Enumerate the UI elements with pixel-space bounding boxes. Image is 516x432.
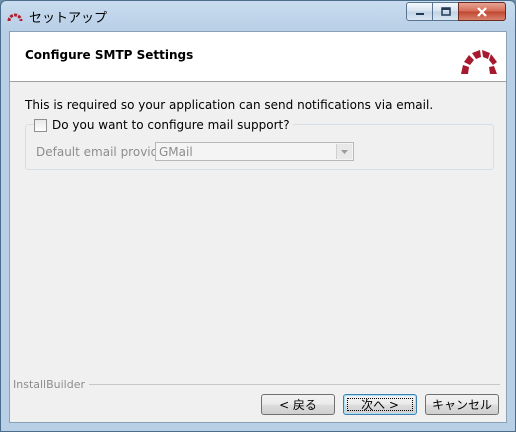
- app-logo-icon: [7, 13, 23, 22]
- title-bar[interactable]: セットアップ: [1, 1, 515, 31]
- provider-label: Default email provider:: [36, 145, 175, 159]
- maximize-button[interactable]: [432, 2, 459, 21]
- cancel-button[interactable]: キャンセル: [425, 394, 499, 415]
- page-header: Configure SMTP Settings: [10, 32, 506, 82]
- minimize-button[interactable]: [406, 2, 433, 21]
- description-text: This is required so your application can…: [25, 98, 434, 112]
- mail-support-label[interactable]: Do you want to configure mail support?: [52, 118, 290, 132]
- provider-select-value: GMail: [159, 145, 193, 159]
- chevron-down-icon: [341, 149, 348, 154]
- minimize-icon: [415, 12, 424, 15]
- client-area: Configure SMTP Settings This is required…: [9, 31, 507, 423]
- maximize-icon: [440, 7, 451, 16]
- mail-support-checkbox[interactable]: [34, 118, 47, 132]
- installbuilder-brand: InstallBuilder: [13, 378, 90, 391]
- back-button[interactable]: < 戻る: [261, 394, 335, 415]
- page-title: Configure SMTP Settings: [25, 48, 194, 62]
- cancel-button-label: キャンセル: [431, 398, 492, 412]
- close-icon: [477, 6, 487, 17]
- back-button-label: < 戻る: [279, 398, 317, 412]
- mail-support-checkbox-row[interactable]: Do you want to configure mail support?: [34, 117, 293, 133]
- close-button[interactable]: [458, 2, 506, 21]
- focus-ring: [347, 398, 413, 411]
- dropdown-arrow-button[interactable]: [336, 144, 352, 159]
- bitnami-logo-icon: [461, 50, 497, 74]
- provider-select[interactable]: GMail: [155, 142, 354, 161]
- next-button[interactable]: 次へ >: [343, 394, 417, 415]
- installer-window: セットアップ Configure SMTP Settings This is r…: [0, 0, 516, 432]
- window-title: セットアップ: [29, 11, 108, 26]
